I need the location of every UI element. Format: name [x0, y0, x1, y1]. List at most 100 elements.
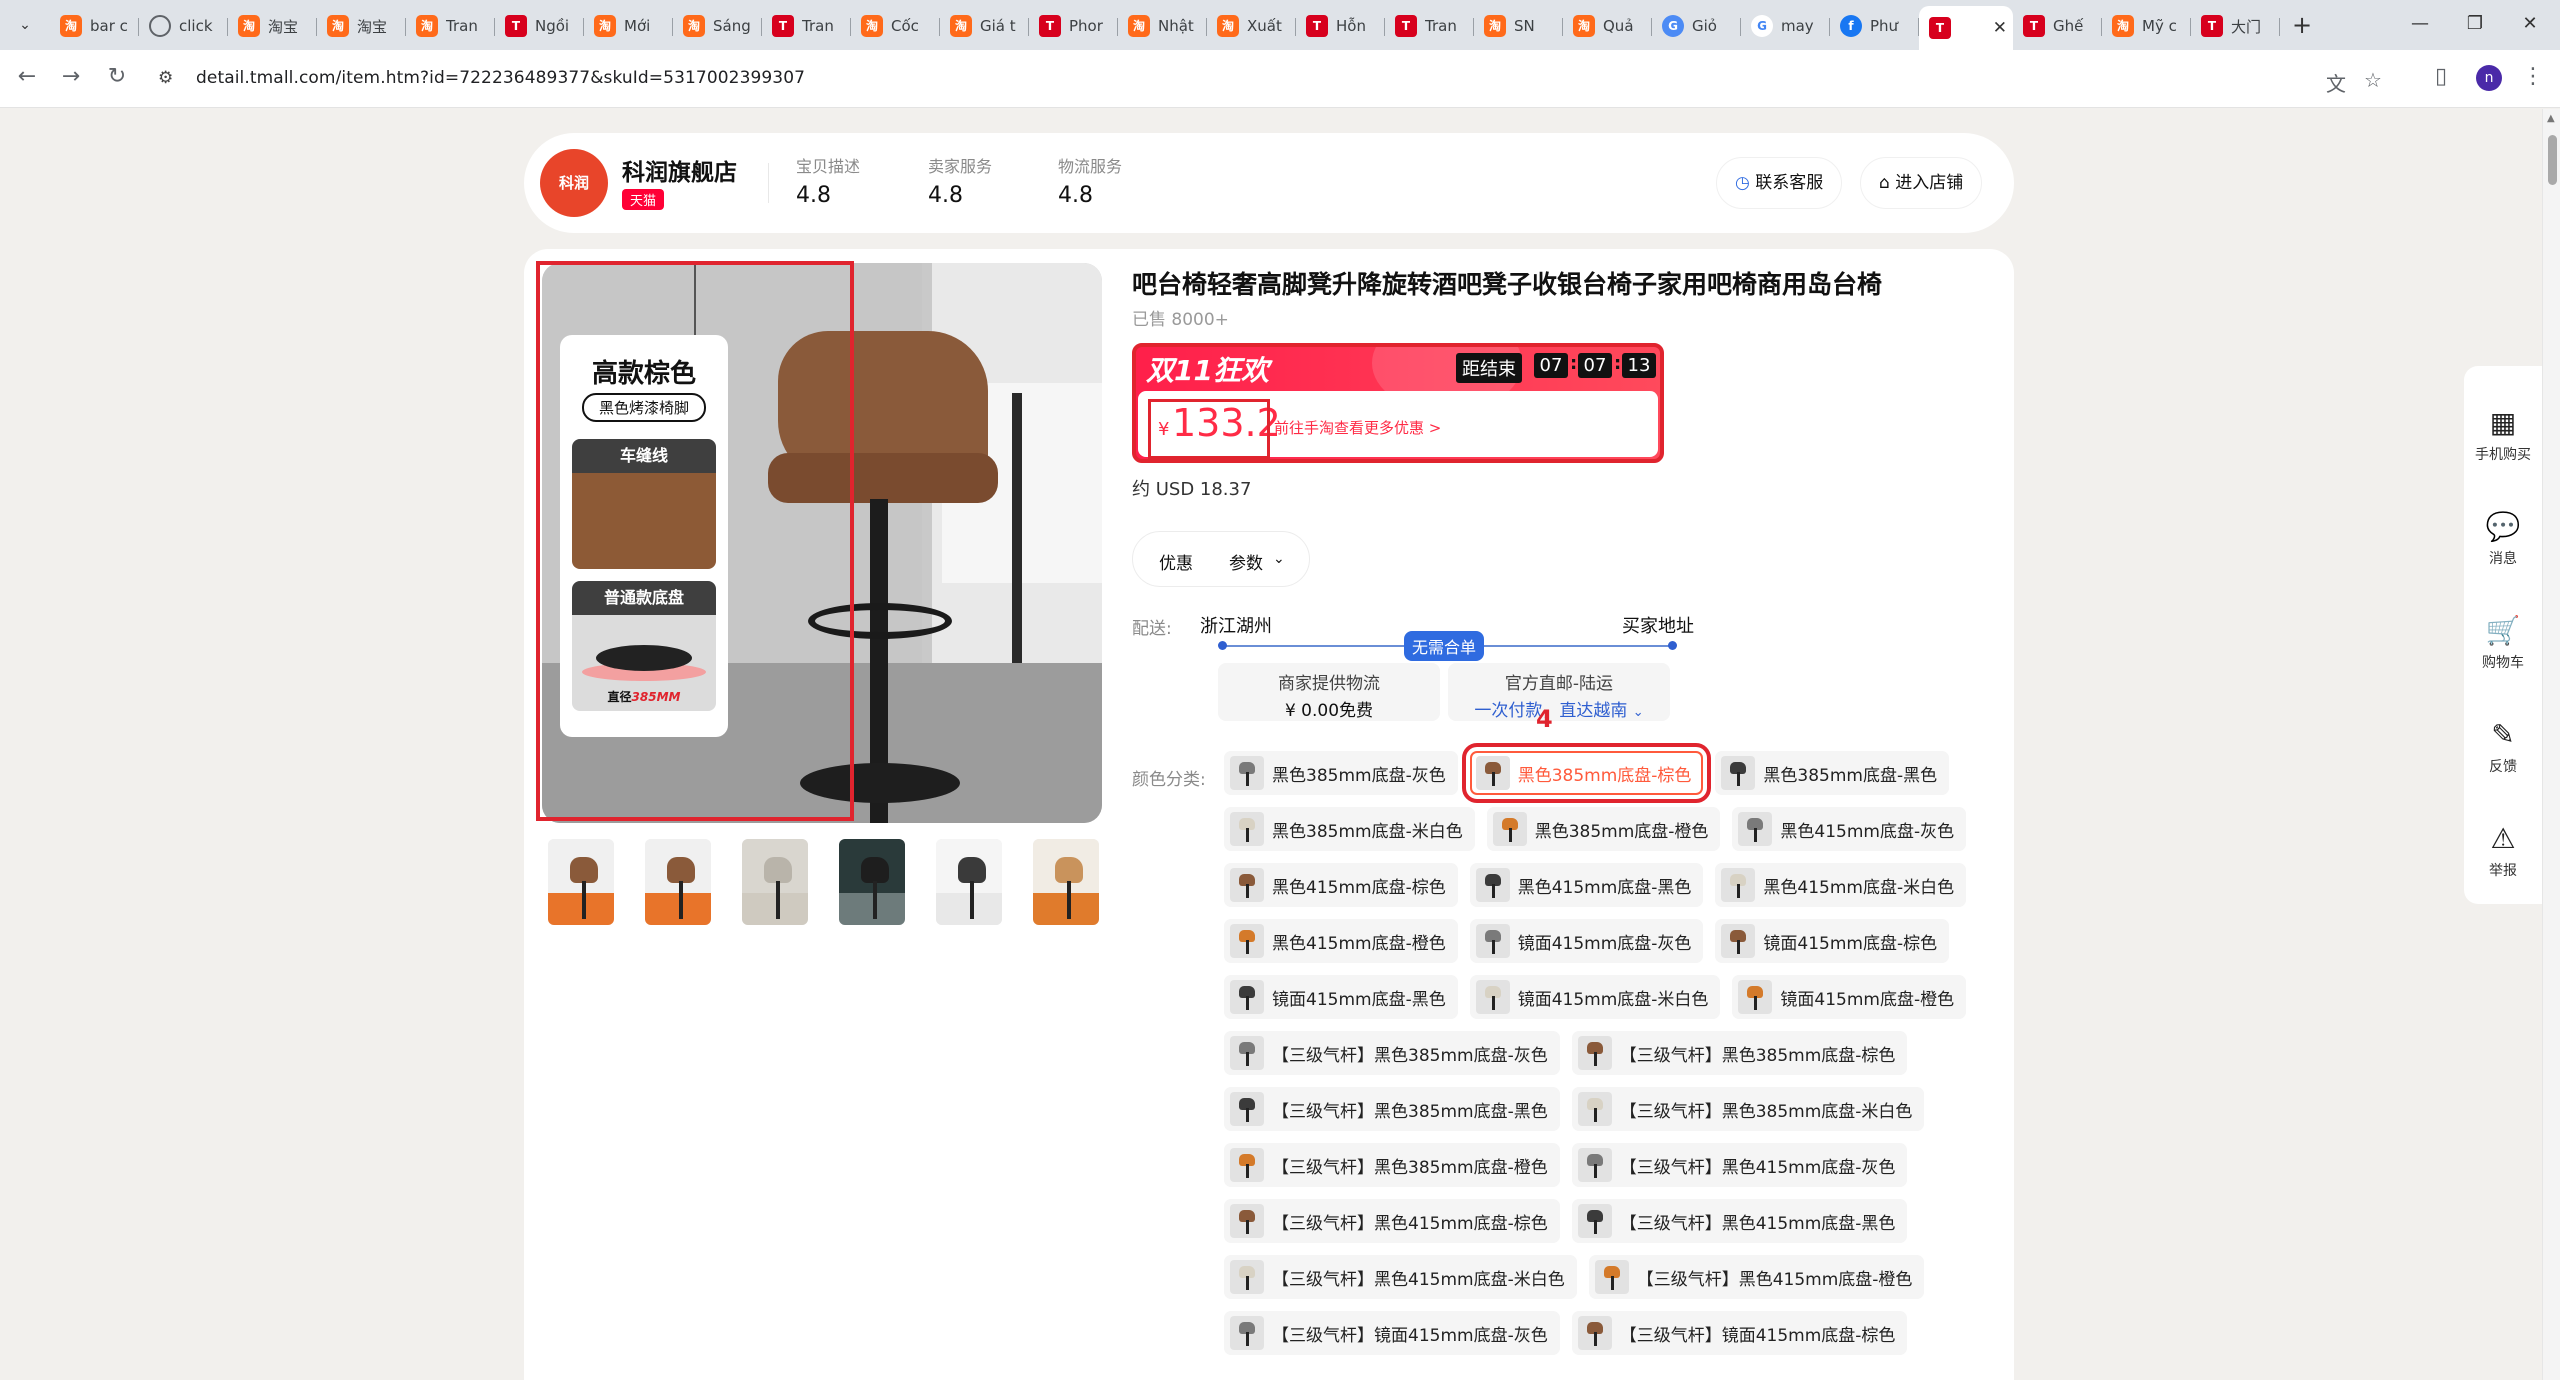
sidetool-item[interactable]: ▦ 手机购买 [2464, 404, 2542, 464]
browser-tab[interactable]: Gmay [1741, 6, 1830, 46]
sku-option[interactable]: 镜面415mm底盘-棕色 [1715, 919, 1950, 963]
sku-option[interactable]: 镜面415mm底盘-黑色 [1224, 975, 1458, 1019]
taobao-favicon-icon: 淘 [327, 15, 349, 37]
shipping-option-merchant[interactable]: 商家提供物流 ¥ 0.00免费 [1218, 663, 1440, 721]
tab-title: Mới [624, 17, 651, 35]
new-tab-button[interactable]: + [2288, 11, 2316, 39]
thumbnail-1[interactable] [548, 839, 614, 925]
sku-option[interactable]: 黑色415mm底盘-棕色 [1224, 863, 1458, 907]
sku-option-selected[interactable]: 黑色385mm底盘-棕色 [1461, 743, 1712, 803]
tab-close-icon[interactable]: ✕ [1993, 18, 2007, 38]
browser-tab[interactable]: 淘 Giá t [940, 6, 1029, 46]
shipping-option-direct[interactable]: 官方直邮-陆运 一次付款，直达越南 ⌄ [1448, 663, 1670, 721]
sku-option[interactable]: 【三级气杆】黑色415mm底盘-橙色 [1588, 1255, 1925, 1299]
tab-params[interactable]: 参数 [1229, 549, 1263, 574]
sidetool-item[interactable]: ✎ 反馈 [2464, 716, 2542, 776]
sku-option[interactable]: 【三级气杆】黑色415mm底盘-灰色 [1571, 1143, 1908, 1187]
sku-option[interactable]: 【三级气杆】黑色415mm底盘-米白色 [1224, 1255, 1577, 1299]
profile-avatar[interactable]: n [2476, 65, 2502, 91]
sku-option[interactable]: 【三级气杆】黑色385mm底盘-棕色 [1571, 1031, 1908, 1075]
sidetool-item[interactable]: ⚠ 举报 [2464, 820, 2542, 880]
shop-logo[interactable]: 科润 [540, 149, 608, 217]
browser-tab[interactable]: 淘 Mới [584, 6, 673, 46]
translate-icon[interactable]: 文 [2326, 68, 2346, 97]
side-panel-icon[interactable]: ▯ [2426, 64, 2456, 89]
sku-option[interactable]: 【三级气杆】黑色415mm底盘-黑色 [1571, 1199, 1908, 1243]
thumbnail-6[interactable] [1033, 839, 1099, 925]
browser-tab[interactable]: f Phư [1830, 6, 1919, 46]
sku-option[interactable]: 黑色415mm底盘-橙色 [1224, 919, 1458, 963]
sku-option[interactable]: 黑色385mm底盘-橙色 [1486, 807, 1721, 851]
reload-icon[interactable]: ↻ [102, 64, 132, 89]
browser-tab[interactable]: T Hỗn [1296, 6, 1385, 46]
tmall-favicon-icon: T [2023, 15, 2045, 37]
sku-option[interactable]: 黑色415mm底盘-米白色 [1715, 863, 1967, 907]
browser-tab[interactable]: 淘 Quả [1563, 6, 1652, 46]
chevron-down-icon[interactable]: ⌄ [1273, 551, 1285, 567]
sku-option[interactable]: 黑色385mm底盘-灰色 [1224, 751, 1458, 795]
thumbnail-4[interactable] [839, 839, 905, 925]
sku-option[interactable]: 【三级气杆】黑色385mm底盘-灰色 [1224, 1031, 1560, 1075]
tab-offers[interactable]: 优惠 [1159, 549, 1193, 574]
site-info-icon[interactable]: ⚙ [158, 68, 173, 88]
shop-name[interactable]: 科润旗舰店 [622, 153, 737, 187]
bookmark-star-icon[interactable]: ☆ [2364, 68, 2382, 92]
sku-option[interactable]: 黑色415mm底盘-黑色 [1469, 863, 1704, 907]
sidetool-item[interactable]: 💬 消息 [2464, 508, 2542, 568]
sku-option[interactable]: 镜面415mm底盘-米白色 [1469, 975, 1721, 1019]
browser-tab[interactable]: 淘 Nhật [1118, 6, 1207, 46]
sku-option[interactable]: 镜面415mm底盘-橙色 [1732, 975, 1967, 1019]
contact-service-button[interactable]: ◷ 联系客服 [1716, 157, 1843, 209]
browser-tab[interactable]: 淘 Tran [406, 6, 495, 46]
browser-tab[interactable]: 淘淘宝 [228, 6, 317, 46]
page-scrollbar[interactable]: ▲ [2542, 109, 2560, 1380]
browser-tab[interactable]: T ✕ [1919, 6, 2013, 50]
chevron-down-icon[interactable]: ⌄ [1633, 705, 1644, 720]
back-icon[interactable]: ← [12, 64, 42, 89]
browser-tab[interactable]: 淘 SN [1474, 6, 1563, 46]
browser-tab[interactable]: T Ghế [2013, 6, 2102, 46]
browser-tab[interactable]: 淘 Xuất [1207, 6, 1296, 46]
thumbnail-5[interactable] [936, 839, 1002, 925]
browser-tab[interactable]: 淘 bar c [50, 6, 139, 46]
url-text[interactable]: detail.tmall.com/item.htm?id=72223648937… [196, 68, 805, 88]
browser-tab[interactable]: T Tran [1385, 6, 1474, 46]
sku-label: 镜面415mm底盘-黑色 [1272, 989, 1446, 1010]
omnibox[interactable]: ⚙ detail.tmall.com/item.htm?id=722236489… [148, 59, 2388, 99]
sku-option[interactable]: 黑色415mm底盘-灰色 [1732, 807, 1967, 851]
thumbnail-3[interactable] [742, 839, 808, 925]
browser-tab[interactable]: 淘 Sáng [673, 6, 762, 46]
sku-option[interactable]: 【三级气杆】黑色385mm底盘-米白色 [1571, 1087, 1925, 1131]
restore-icon[interactable]: ❐ [2455, 8, 2495, 40]
browser-tab[interactable]: T Tran [762, 6, 851, 46]
browser-tab[interactable]: T Phor [1029, 6, 1118, 46]
browser-tab[interactable]: T 大门 [2191, 6, 2280, 46]
tmall-favicon-icon: T [2201, 15, 2223, 37]
sku-option[interactable]: 【三级气杆】黑色385mm底盘-橙色 [1224, 1143, 1560, 1187]
thumbnail-2[interactable] [645, 839, 711, 925]
sku-option[interactable]: 镜面415mm底盘-灰色 [1469, 919, 1704, 963]
edit-icon: ✎ [2491, 718, 2515, 751]
minimize-icon[interactable]: — [2400, 8, 2440, 40]
sku-option[interactable]: 【三级气杆】镜面415mm底盘-灰色 [1224, 1311, 1560, 1355]
browser-tab[interactable]: T Ngồi [495, 6, 584, 46]
browser-tab[interactable]: click [139, 6, 228, 46]
menu-kebab-icon[interactable]: ⋮ [2518, 64, 2548, 89]
tab-search-button[interactable]: ⌄ [12, 12, 38, 38]
browser-tab[interactable]: 淘 Cốc [851, 6, 940, 46]
forward-icon[interactable]: → [56, 64, 86, 89]
enter-shop-button[interactable]: ⌂ 进入店铺 [1860, 157, 1983, 209]
sku-option[interactable]: 【三级气杆】镜面415mm底盘-棕色 [1571, 1311, 1908, 1355]
sku-option[interactable]: 黑色385mm底盘-米白色 [1224, 807, 1475, 851]
scroll-thumb[interactable] [2548, 135, 2557, 185]
sku-option[interactable]: 【三级气杆】黑色385mm底盘-黑色 [1224, 1087, 1560, 1131]
sku-option[interactable]: 黑色385mm底盘-黑色 [1715, 751, 1950, 795]
ship-to-address[interactable]: 买家地址 [1622, 612, 1694, 638]
scroll-up-arrow[interactable]: ▲ [2547, 113, 2555, 124]
sidetool-item[interactable]: 🛒 购物车 [2464, 612, 2542, 672]
browser-tab[interactable]: 淘 Mỹ c [2102, 6, 2191, 46]
window-close-icon[interactable]: ✕ [2510, 8, 2550, 40]
sku-option[interactable]: 【三级气杆】黑色415mm底盘-棕色 [1224, 1199, 1560, 1243]
browser-tab[interactable]: G Giỏ [1652, 6, 1741, 46]
browser-tab[interactable]: 淘淘宝 [317, 6, 406, 46]
